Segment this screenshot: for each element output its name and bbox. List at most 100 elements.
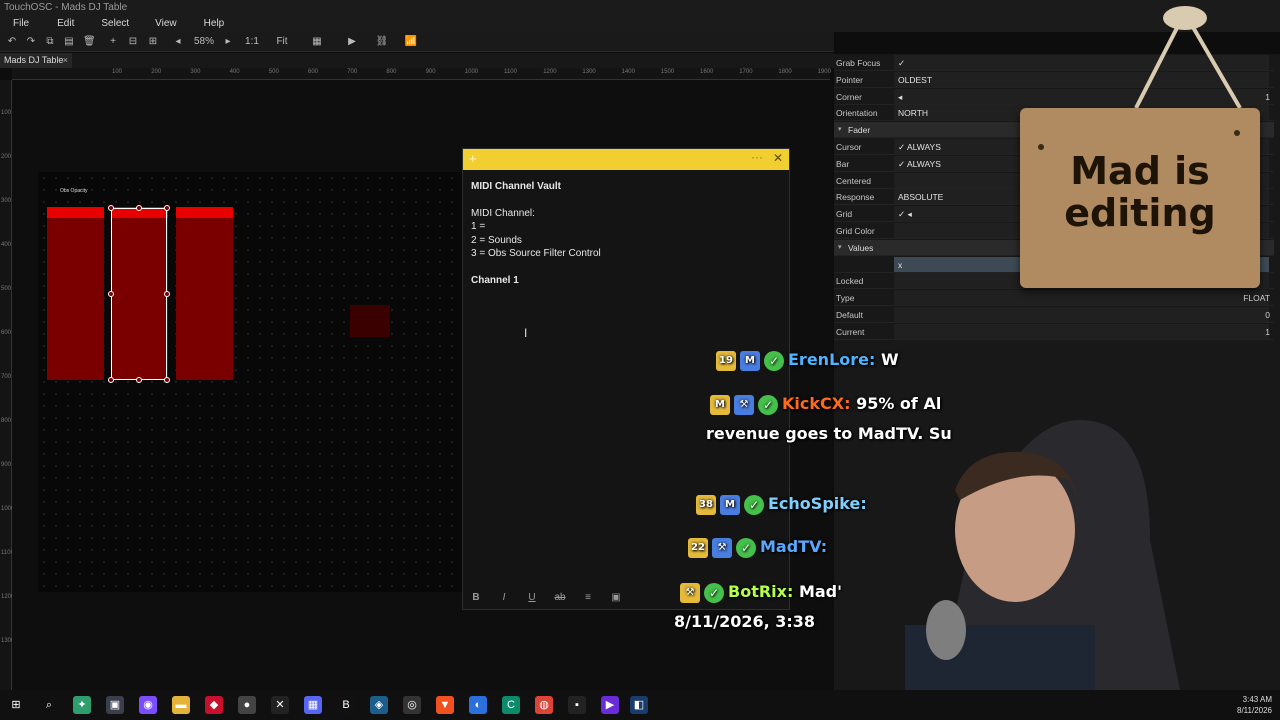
underline-button[interactable]: U	[525, 592, 539, 603]
control-box[interactable]	[350, 305, 390, 337]
app-icon[interactable]: ◆	[205, 696, 223, 714]
app-icon[interactable]: ◉	[139, 696, 157, 714]
align-icon[interactable]: ⊟	[127, 35, 139, 49]
more-options-icon[interactable]: ···	[751, 150, 763, 164]
ruler-tick-label: 400	[1, 242, 12, 248]
resize-handle[interactable]	[136, 205, 142, 211]
property-number: 1	[1265, 326, 1270, 337]
ruler-tick-label: 1700	[739, 69, 753, 75]
property-value[interactable]	[894, 307, 1269, 322]
app-icon[interactable]: ◐	[469, 696, 487, 714]
wifi-icon[interactable]: 📶	[404, 35, 418, 49]
note-text[interactable]: MIDI Channel Vault MIDI Channel: 1 = 2 =…	[463, 170, 789, 297]
mad-is-editing-sign: Mad is editing	[1020, 108, 1260, 288]
property-label: Bar	[836, 158, 850, 169]
windows-start-icon[interactable]: ⊞	[7, 696, 25, 714]
add-note-icon[interactable]: +	[469, 151, 477, 166]
tab-mads-dj-table[interactable]: Mads DJ Table ×	[0, 53, 72, 68]
property-value[interactable]	[894, 290, 1269, 306]
link-icon[interactable]: ⛓	[375, 35, 389, 49]
canvas-label: Obs Opacity	[60, 188, 88, 194]
app-icon[interactable]: B	[337, 696, 355, 714]
delete-icon[interactable]: 🗑	[83, 35, 96, 49]
app-icon[interactable]: ▦	[304, 696, 322, 714]
app-icon[interactable]: ◈	[370, 696, 388, 714]
paste-icon[interactable]: ▤	[63, 35, 75, 49]
distribute-icon[interactable]: ⊞	[147, 35, 159, 49]
ruler-tick-label: 800	[1, 418, 12, 424]
copy-icon[interactable]: ⧉	[44, 35, 56, 49]
clock-date: 8/11/2026	[1237, 706, 1272, 715]
search-icon[interactable]: ⌕	[40, 696, 58, 714]
chrome-icon[interactable]: ◍	[535, 696, 553, 714]
redo-icon[interactable]: ↷	[25, 35, 37, 49]
app-icon[interactable]: ●	[238, 696, 256, 714]
brave-icon[interactable]: ▼	[436, 696, 454, 714]
strikethrough-button[interactable]: ab	[553, 592, 567, 603]
resize-handle[interactable]	[108, 205, 114, 211]
zoom-ratio-button[interactable]: 1:1	[242, 35, 262, 49]
sticky-note-header[interactable]: + ··· ✕	[463, 149, 789, 170]
property-label: Pointer	[836, 74, 863, 85]
ruler-tick-label: 500	[268, 69, 279, 75]
menu-bar: File Edit Select View Help	[0, 16, 1280, 32]
property-label: Grid	[836, 209, 853, 220]
ruler-tick-label: 1400	[621, 69, 635, 75]
app-icon[interactable]: ▪	[568, 696, 586, 714]
ruler-left: 100 200 300 400 500 600 700 800 900 1000 1100 1200 1…	[0, 80, 14, 690]
undo-icon[interactable]: ↶	[6, 35, 18, 49]
property-number: FLOAT	[1243, 293, 1270, 304]
verified-icon: ✓	[764, 350, 784, 371]
taskbar: ⊞ ⌕ ✦ ▣ ◉ ▬ ◆ ● ✕ ▦ B ◈ ◎ ▼ ◐ C ◍ ▪ ▶ ◧ …	[0, 690, 1280, 720]
system-clock[interactable]: 3:43 AM 8/11/2026	[1237, 694, 1272, 716]
property-row[interactable]: Type FLOAT	[834, 290, 1274, 307]
resize-handle[interactable]	[108, 377, 114, 383]
image-button[interactable]: ▣	[609, 592, 623, 603]
ruler-tick-label: 1300	[582, 69, 596, 75]
resize-handle[interactable]	[164, 291, 170, 297]
note-line: MIDI Channel:	[471, 207, 535, 219]
list-button[interactable]: ≡	[581, 592, 595, 603]
menu-view[interactable]: View	[155, 16, 177, 32]
chat-username: MadTV:	[760, 537, 828, 556]
property-label: Fader	[848, 125, 871, 136]
menu-edit[interactable]: Edit	[57, 16, 74, 32]
menu-help[interactable]: Help	[204, 16, 225, 32]
webcam-person	[905, 420, 1180, 690]
app-icon[interactable]: ✕	[271, 696, 289, 714]
app-icon[interactable]: ▶	[601, 696, 619, 714]
zoom-in-icon[interactable]: ▸	[222, 35, 234, 49]
close-icon[interactable]: ✕	[773, 151, 783, 165]
app-icon[interactable]: ◧	[630, 696, 648, 714]
resize-handle[interactable]	[108, 291, 114, 297]
resize-handle[interactable]	[164, 205, 170, 211]
zoom-fit-button[interactable]: Fit	[272, 35, 292, 49]
menu-select[interactable]: Select	[101, 16, 129, 32]
fader-1[interactable]	[47, 207, 104, 380]
menu-file[interactable]: File	[13, 16, 29, 32]
folder-icon[interactable]: ▬	[172, 696, 190, 714]
grid-icon[interactable]: ▦	[310, 35, 324, 49]
ruler-tick-label: 1000	[464, 69, 479, 75]
resize-handle[interactable]	[164, 377, 170, 383]
clock-time: 3:43 AM	[1242, 695, 1272, 704]
fader-3[interactable]	[176, 207, 233, 380]
note-line: 1 =	[471, 221, 486, 232]
app-icon[interactable]: ✦	[73, 696, 91, 714]
bold-button[interactable]: B	[469, 592, 483, 603]
play-icon[interactable]: ▶	[345, 35, 359, 49]
chevron-down-icon[interactable]: ▾	[838, 122, 842, 138]
app-icon[interactable]: ◎	[403, 696, 421, 714]
tab-close-icon[interactable]: ×	[63, 53, 68, 68]
italic-button[interactable]: I	[497, 592, 511, 603]
ruler-tick-label: 1200	[543, 69, 557, 75]
app-icon[interactable]: C	[502, 696, 520, 714]
add-icon[interactable]: +	[107, 35, 119, 49]
zoom-out-icon[interactable]: ◂	[172, 35, 184, 49]
nail-icon	[1234, 130, 1240, 136]
resize-handle[interactable]	[136, 377, 142, 383]
chevron-down-icon[interactable]: ▾	[838, 240, 842, 256]
property-row[interactable]: Default 0	[834, 307, 1274, 323]
verified-icon: ✓	[744, 494, 764, 515]
app-icon[interactable]: ▣	[106, 696, 124, 714]
